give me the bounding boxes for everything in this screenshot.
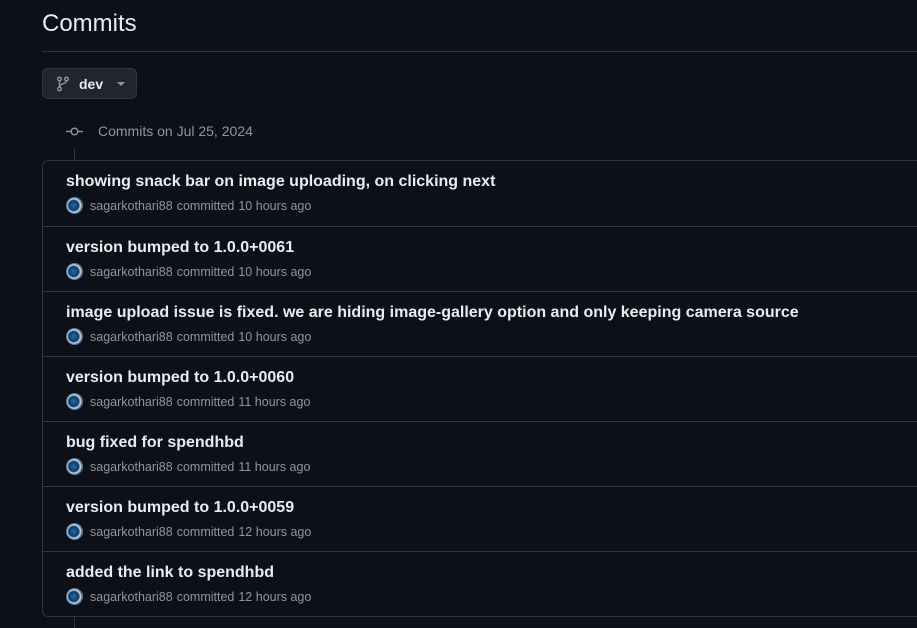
commit-title-link[interactable]: version bumped to 1.0.0+0059	[66, 498, 917, 518]
commit-row: image upload issue is fixed. we are hidi…	[43, 291, 917, 356]
commit-author-link[interactable]: sagarkothari88	[90, 524, 173, 540]
commit-title-link[interactable]: image upload issue is fixed. we are hidi…	[66, 303, 917, 323]
git-branch-icon	[56, 76, 70, 92]
commit-meta: sagarkothari88 committed 10 hours ago	[66, 263, 917, 280]
title-divider	[42, 51, 917, 52]
commit-meta: sagarkothari88 committed 10 hours ago	[66, 328, 917, 345]
commit-title-link[interactable]: version bumped to 1.0.0+0060	[66, 368, 917, 388]
avatar[interactable]	[66, 393, 83, 410]
commit-author-link[interactable]: sagarkothari88	[90, 394, 173, 410]
branch-selector-button[interactable]: dev	[42, 68, 137, 99]
avatar[interactable]	[66, 523, 83, 540]
commit-meta: sagarkothari88 committed 11 hours ago	[66, 393, 917, 410]
commit-time: 12 hours ago	[238, 589, 312, 604]
commit-time: 10 hours ago	[238, 264, 312, 279]
commit-action: committed	[176, 198, 235, 213]
commit-author-link[interactable]: sagarkothari88	[90, 264, 173, 280]
commit-action: committed	[176, 459, 235, 474]
commit-time: 11 hours ago	[238, 459, 311, 474]
commit-group-date: Commits on Jul 25, 2024	[98, 123, 253, 139]
commit-time: 11 hours ago	[238, 394, 311, 409]
commits-page: Commits dev Commits on Jul 25, 2024 show…	[0, 0, 917, 628]
avatar[interactable]	[66, 197, 83, 214]
commit-title-link[interactable]: bug fixed for spendhbd	[66, 433, 917, 453]
commit-row: showing snack bar on image uploading, on…	[43, 161, 917, 226]
avatar[interactable]	[66, 588, 83, 605]
page-title: Commits	[42, 10, 137, 37]
avatar[interactable]	[66, 458, 83, 475]
commit-row: version bumped to 1.0.0+0060 sagarkothar…	[43, 356, 917, 421]
commit-meta: sagarkothari88 committed 10 hours ago	[66, 197, 917, 214]
commit-row: added the link to spendhbd sagarkothari8…	[43, 551, 917, 616]
commit-action: committed	[176, 264, 235, 279]
commit-row: bug fixed for spendhbd sagarkothari88 co…	[43, 421, 917, 486]
commit-group-header: Commits on Jul 25, 2024	[66, 122, 253, 140]
commit-author-link[interactable]: sagarkothari88	[90, 198, 173, 214]
commit-action: committed	[176, 329, 235, 344]
commit-time: 10 hours ago	[238, 329, 312, 344]
commit-list: showing snack bar on image uploading, on…	[42, 160, 917, 617]
commit-row: version bumped to 1.0.0+0059 sagarkothar…	[43, 486, 917, 551]
commit-time: 12 hours ago	[238, 524, 312, 539]
commit-title-link[interactable]: added the link to spendhbd	[66, 563, 917, 583]
commit-title-link[interactable]: showing snack bar on image uploading, on…	[66, 172, 917, 192]
caret-down-icon	[117, 81, 126, 86]
commit-author-link[interactable]: sagarkothari88	[90, 329, 173, 345]
commit-author-link[interactable]: sagarkothari88	[90, 589, 173, 605]
branch-name: dev	[79, 75, 104, 92]
commit-meta: sagarkothari88 committed 11 hours ago	[66, 458, 917, 475]
commit-author-link[interactable]: sagarkothari88	[90, 459, 173, 475]
commit-meta: sagarkothari88 committed 12 hours ago	[66, 588, 917, 605]
commit-time: 10 hours ago	[238, 198, 312, 213]
commit-action: committed	[176, 524, 235, 539]
commit-title-link[interactable]: version bumped to 1.0.0+0061	[66, 238, 917, 258]
commit-action: committed	[176, 394, 235, 409]
git-commit-icon	[66, 123, 83, 140]
avatar[interactable]	[66, 263, 83, 280]
commit-row: version bumped to 1.0.0+0061 sagarkothar…	[43, 226, 917, 291]
commit-action: committed	[176, 589, 235, 604]
commit-meta: sagarkothari88 committed 12 hours ago	[66, 523, 917, 540]
avatar[interactable]	[66, 328, 83, 345]
